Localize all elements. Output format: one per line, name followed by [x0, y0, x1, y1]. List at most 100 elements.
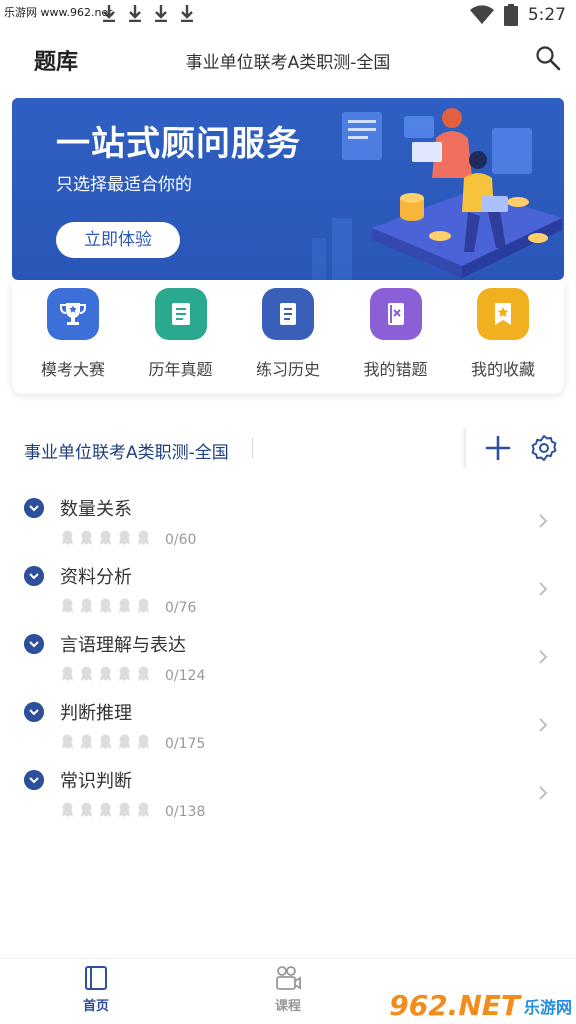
quick-item-mock-contest[interactable]: 模考大赛 [22, 288, 124, 394]
quick-item-practice-history[interactable]: 练习历史 [237, 288, 339, 394]
category-name: 常识判断 [60, 771, 132, 792]
subject-selector[interactable]: 事业单位联考A类职测-全国 [24, 438, 229, 463]
quick-item-label: 模考大赛 [40, 360, 105, 379]
rating-icon [62, 802, 73, 817]
rating-stars [60, 666, 151, 681]
banner-title: 一站式顾问服务 [56, 124, 301, 164]
chevron-right-icon[interactable] [536, 716, 550, 734]
chevron-down-icon[interactable] [24, 498, 44, 518]
list-item[interactable]: 判断推理 0/175 [0, 694, 576, 762]
download-icon [103, 5, 115, 22]
chevron-right-icon[interactable] [536, 512, 550, 530]
battery-icon [503, 4, 518, 26]
rating-stars [60, 530, 151, 545]
banner-subtitle: 只选择最适合你的 [56, 175, 192, 195]
search-icon[interactable] [534, 44, 562, 72]
category-name: 资料分析 [60, 567, 132, 588]
rating-icon [138, 734, 149, 749]
category-progress: 0/138 [165, 804, 206, 820]
category-progress: 0/76 [165, 600, 197, 616]
chevron-right-icon[interactable] [536, 648, 550, 666]
rating-icon [138, 802, 149, 817]
tab-courses[interactable]: 课程 [248, 965, 328, 1014]
rating-icon [81, 598, 92, 613]
divider [252, 438, 253, 458]
bottom-nav: 首页 课程 962.NET 乐游网 [0, 958, 576, 1024]
rating-icon [62, 530, 73, 545]
rating-icon [62, 734, 73, 749]
wifi-icon [469, 5, 494, 25]
status-bar: 乐游网 www.962.net 5:27 [0, 0, 576, 32]
rating-icon [100, 598, 111, 613]
chevron-down-icon[interactable] [24, 566, 44, 586]
watermark-site: 乐游网 [523, 997, 572, 1017]
promo-banner[interactable]: 一站式顾问服务 只选择最适合你的 立即体验 [12, 98, 564, 280]
category-progress: 0/175 [165, 736, 206, 752]
scroll-icon [154, 288, 207, 340]
quick-item-label: 练习历史 [255, 360, 320, 379]
list-item[interactable]: 数量关系 0/60 [0, 490, 576, 558]
bookmark-star-icon [477, 288, 529, 340]
rating-icon [100, 734, 111, 749]
rating-icon [138, 598, 149, 613]
rating-icon [81, 530, 92, 545]
quick-item-favorites[interactable]: 我的收藏 [452, 288, 554, 394]
quick-item-label: 我的错题 [363, 360, 428, 379]
subject-bar: 事业单位联考A类职测-全国 [0, 424, 576, 474]
quick-item-wrong-questions[interactable]: 我的错题 [345, 288, 447, 394]
category-name: 言语理解与表达 [60, 635, 186, 656]
rating-icon [81, 734, 92, 749]
chevron-down-icon[interactable] [24, 702, 44, 722]
book-tab-icon [85, 966, 107, 990]
download-icon [155, 5, 167, 22]
header-subject-selector[interactable]: 事业单位联考A类职测-全国 [0, 48, 576, 73]
rating-icon [100, 530, 111, 545]
video-camera-icon [276, 966, 301, 990]
rating-icon [62, 666, 73, 681]
quick-item-past-exams[interactable]: 历年真题 [130, 288, 232, 394]
category-progress: 0/124 [165, 668, 206, 684]
add-icon[interactable] [484, 434, 512, 462]
rating-icon [62, 598, 73, 613]
chevron-right-icon[interactable] [536, 580, 550, 598]
try-now-button[interactable]: 立即体验 [56, 222, 180, 258]
tab-home-label: 首页 [82, 999, 109, 1014]
status-right: 5:27 [469, 4, 566, 26]
tab-courses-label: 课程 [274, 999, 301, 1014]
gear-icon[interactable] [530, 434, 558, 462]
rating-icon [81, 802, 92, 817]
tab-home[interactable]: 首页 [56, 965, 136, 1014]
status-time: 5:27 [527, 5, 566, 25]
quick-item-label: 我的收藏 [470, 360, 535, 379]
rating-stars [60, 598, 151, 613]
rating-icon [119, 530, 130, 545]
rating-icon [138, 666, 149, 681]
watermark-brand: 962.NET [389, 989, 520, 1022]
rating-icon [100, 802, 111, 817]
category-name: 判断推理 [60, 703, 132, 724]
rating-icon [119, 802, 130, 817]
notebook-x-icon [369, 288, 422, 340]
rating-icon [100, 666, 111, 681]
quick-item-label: 历年真题 [148, 360, 213, 379]
watermark-logo: 962.NET 乐游网 [389, 989, 572, 1022]
category-list: 数量关系 0/60 资料分析 0/76 言语理解与表达 0/124 判断推理 0… [0, 490, 576, 830]
book-icon [262, 288, 314, 340]
chevron-right-icon[interactable] [536, 784, 550, 802]
trophy-icon [47, 288, 99, 340]
category-name: 数量关系 [60, 499, 132, 520]
chevron-down-icon[interactable] [24, 634, 44, 654]
chevron-down-icon[interactable] [24, 770, 44, 790]
watermark-text: 乐游网 www.962.net [4, 6, 113, 19]
rating-stars [60, 802, 151, 817]
divider [464, 428, 466, 468]
list-item[interactable]: 常识判断 0/138 [0, 762, 576, 830]
category-progress: 0/60 [165, 532, 197, 548]
rating-icon [119, 598, 130, 613]
list-item[interactable]: 言语理解与表达 0/124 [0, 626, 576, 694]
rating-icon [138, 530, 149, 545]
rating-stars [60, 734, 151, 749]
list-item[interactable]: 资料分析 0/76 [0, 558, 576, 626]
download-icon [129, 5, 141, 22]
rating-icon [119, 734, 130, 749]
